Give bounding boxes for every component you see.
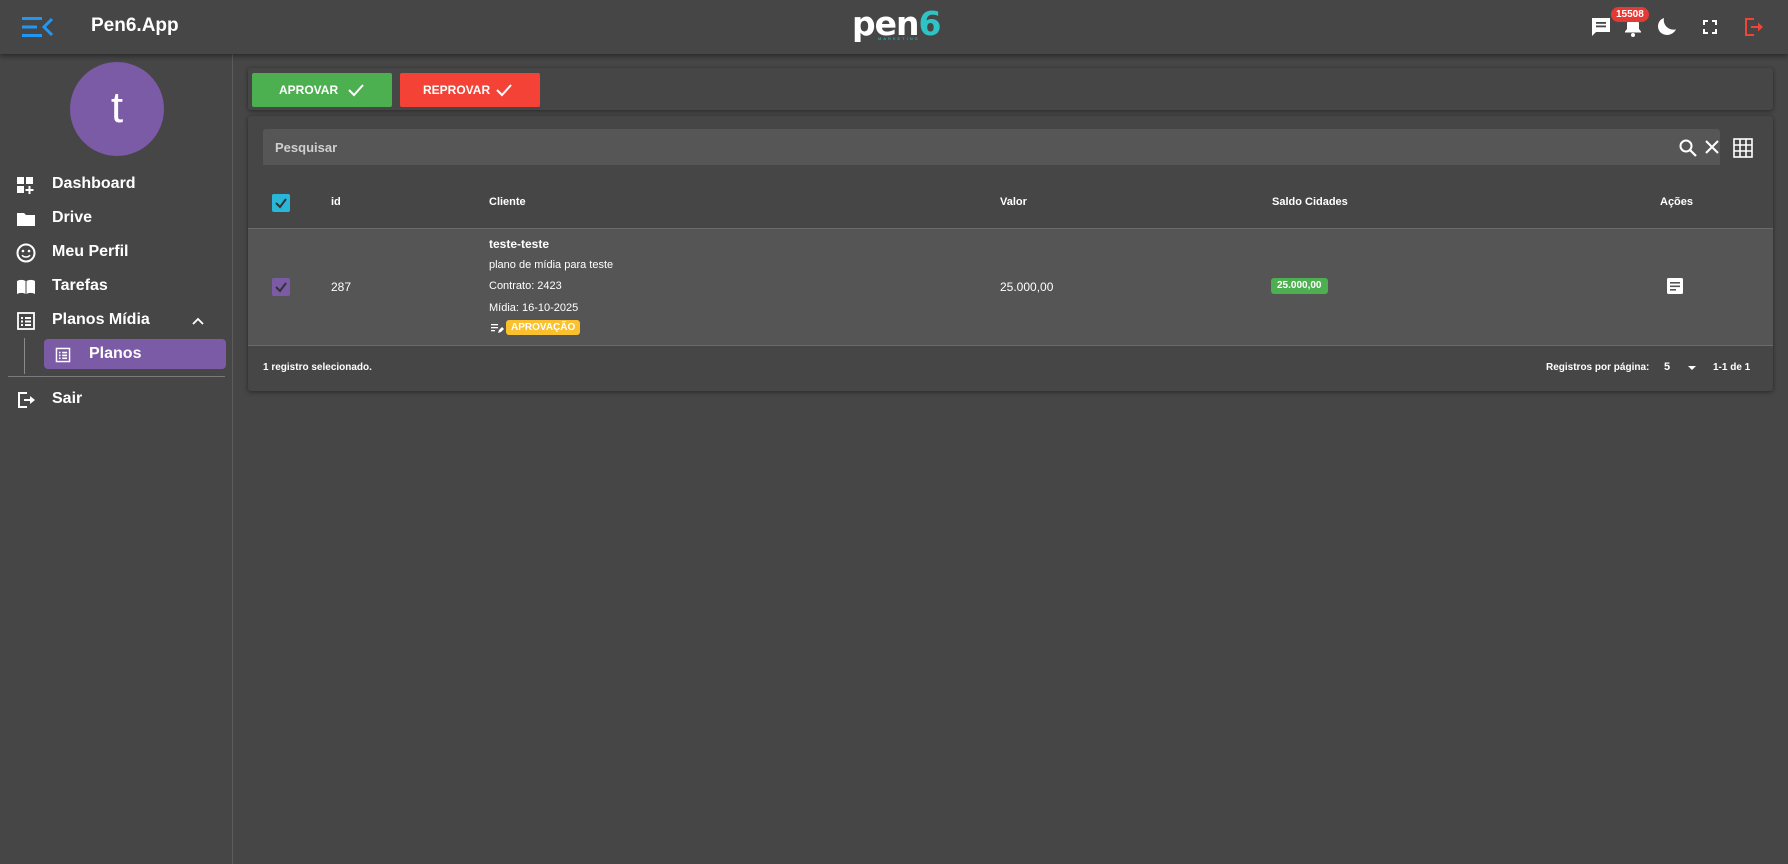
- rows-per-page-value: 5: [1664, 361, 1671, 373]
- top-bar: Pen6.App pen6 MARKETING 15508: [0, 0, 1788, 54]
- sidebar-item-label: Tarefas: [52, 277, 108, 294]
- saldo-cidades-badge: 25.000,00: [1271, 278, 1328, 294]
- sidebar-item-label: Planos Mídia: [52, 311, 150, 328]
- approve-button[interactable]: APROVAR: [252, 73, 392, 107]
- table-row[interactable]: 287 teste-teste plano de mídia para test…: [248, 228, 1773, 346]
- logout-icon: [18, 392, 35, 408]
- notification-badge: 15508: [1611, 7, 1649, 22]
- book-icon: [17, 279, 35, 294]
- chevron-up-icon[interactable]: [190, 313, 206, 329]
- contract-number: Contrato: 2423: [489, 280, 562, 292]
- search-icon[interactable]: [1678, 138, 1698, 158]
- sidebar-item-label: Meu Perfil: [52, 243, 129, 260]
- edit-note-icon: [491, 324, 504, 333]
- pagination-range: 1-1 de 1: [1713, 362, 1751, 373]
- folder-icon: [17, 213, 35, 226]
- column-header-saldo-cidades[interactable]: Saldo Cidades: [1272, 196, 1348, 208]
- sidebar-item-dashboard[interactable]: Dashboard: [0, 169, 232, 199]
- list-icon: [17, 312, 35, 330]
- dashboard-icon: [17, 177, 34, 194]
- sidebar-item-tarefas[interactable]: Tarefas: [0, 271, 232, 301]
- action-toolbar: APROVAR REPROVAR: [248, 68, 1773, 110]
- media-date: Mídia: 16-10-2025: [489, 302, 579, 314]
- row-checkbox[interactable]: [272, 278, 290, 296]
- reject-button-label: REPROVAR: [423, 83, 491, 97]
- grid-view-icon[interactable]: [1732, 137, 1754, 159]
- sidebar-item-label: Drive: [52, 209, 93, 226]
- select-all-checkbox[interactable]: [272, 194, 290, 212]
- logo-subtitle: MARKETING: [878, 36, 920, 41]
- check-icon: [496, 84, 512, 97]
- theme-toggle-icon[interactable]: [1655, 15, 1679, 39]
- client-name: teste-teste: [489, 237, 550, 251]
- rows-per-page-select[interactable]: 5: [1660, 359, 1704, 377]
- plans-table-card: id Cliente Valor Saldo Cidades Ações 287…: [248, 116, 1773, 391]
- close-icon[interactable]: [1703, 138, 1721, 156]
- menu-collapse-icon[interactable]: [22, 14, 54, 40]
- search-input[interactable]: [263, 129, 1643, 165]
- plan-description: plano de mídia para teste: [489, 259, 614, 271]
- column-header-cliente[interactable]: Cliente: [489, 196, 526, 208]
- reject-button[interactable]: REPROVAR: [400, 73, 540, 107]
- submenu-guide-line: [24, 338, 25, 374]
- chevron-down-icon: [1688, 366, 1696, 370]
- approve-button-label: APROVAR: [279, 83, 339, 97]
- status-badge: APROVAÇÃO: [506, 320, 581, 335]
- sidebar-item-meu-perfil[interactable]: Meu Perfil: [0, 237, 232, 267]
- check-icon: [348, 84, 364, 97]
- column-header-acoes: Ações: [1660, 196, 1694, 208]
- avatar[interactable]: t: [70, 62, 164, 156]
- chat-icon[interactable]: [1589, 15, 1613, 39]
- rows-per-page-label: Registros por página:: [1546, 362, 1650, 373]
- search-bar: [263, 129, 1720, 165]
- sidebar-item-drive[interactable]: Drive: [0, 203, 232, 233]
- fullscreen-icon[interactable]: [1698, 15, 1722, 39]
- column-header-valor[interactable]: Valor: [1000, 196, 1027, 208]
- sidebar-item-planos-midia[interactable]: Planos Mídia: [0, 305, 232, 335]
- row-id: 287: [331, 280, 352, 294]
- list-icon: [55, 347, 71, 363]
- selection-summary: 1 registro selecionado.: [263, 362, 372, 373]
- sidebar-item-label: Planos: [89, 345, 142, 362]
- sidebar: t Dashboard Drive Meu Perfil Tarefas Pla…: [0, 54, 233, 864]
- logout-icon[interactable]: [1741, 15, 1765, 39]
- sidebar-divider: [8, 376, 225, 377]
- smiley-icon: [16, 243, 36, 263]
- sidebar-item-label: Sair: [52, 390, 83, 407]
- sidebar-item-label: Dashboard: [52, 175, 136, 192]
- brand-logo: pen6 MARKETING: [852, 4, 941, 44]
- sidebar-item-sair[interactable]: Sair: [0, 384, 232, 414]
- row-valor: 25.000,00: [1000, 280, 1054, 294]
- column-header-id[interactable]: id: [331, 196, 341, 208]
- details-icon[interactable]: [1664, 275, 1686, 297]
- app-title: Pen6.App: [91, 15, 179, 36]
- sidebar-item-planos[interactable]: Planos: [44, 339, 226, 369]
- logo-text-accent: 6: [918, 4, 942, 43]
